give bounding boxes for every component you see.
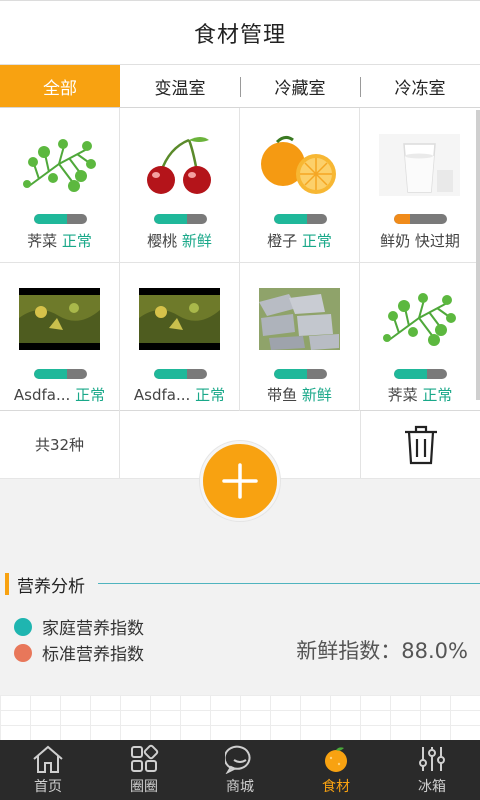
add-food-button[interactable] [200,441,280,521]
orange-fruit-icon [325,747,347,772]
scrollbar[interactable] [476,110,480,400]
tab-refrigerator[interactable]: 冷藏室 [240,65,360,107]
heading-accent [5,573,9,595]
chat-bubble-icon [225,745,251,774]
nutrition-title: 营养分析 [17,576,85,597]
food-item[interactable]: Asdfa... 正常 [120,263,240,411]
food-label: Asdfa... 正常 [120,384,239,405]
food-label: 橙子 正常 [240,230,359,251]
nav-mall[interactable]: 商城 [192,740,288,800]
freshness-bar [154,214,207,224]
food-name: Asdfa... [13,386,71,404]
herb-icon [379,288,460,350]
cherry-icon [139,134,220,196]
freshness-bar [394,214,447,224]
freshness-bar [274,369,327,379]
nav-label: 商城 [226,779,254,795]
legend-label: 标准营养指数 [42,645,144,665]
tab-freezer[interactable]: 冷冻室 [360,65,480,107]
food-status: 正常 [301,232,332,250]
food-status: 新鲜 [301,386,332,404]
nav-home[interactable]: 首页 [0,740,96,800]
food-status: 新鲜 [181,232,212,250]
chart-grid [0,695,480,740]
food-label: 樱桃 新鲜 [120,230,239,251]
legend-dot [14,617,32,636]
sliders-icon [419,747,445,771]
video-thumbnail [19,288,100,350]
food-item[interactable]: Asdfa... 正常 [0,263,120,411]
legend-standard: 标准营养指数 [14,640,144,665]
freshness-bar [154,369,207,379]
food-name: 荠菜 [387,386,418,404]
page-title: 食材管理 [193,22,286,48]
food-name: 鲜奶 [380,232,411,250]
freshness-bar [394,369,447,379]
food-management-screen: 食材管理 全部 变温室 冷藏室 冷冻室 荠菜 正常 樱桃 新鲜 橙子 正常 鲜奶… [0,0,480,800]
apps-icon [131,744,159,772]
food-item[interactable]: 带鱼 新鲜 [240,263,360,411]
food-name: 荠菜 [27,232,58,250]
food-name: Asdfa... [133,386,191,404]
food-item[interactable]: 荠菜 正常 [0,108,120,263]
home-icon [33,745,63,773]
nav-label: 圈圈 [130,779,158,795]
nav-food[interactable]: 食材 [288,740,384,800]
nav-circles[interactable]: 圈圈 [96,740,192,800]
divider [98,583,480,584]
orange-icon [259,134,340,196]
herb-icon [19,134,100,196]
app-header: 食材管理 [0,0,480,64]
nav-label: 食材 [322,779,350,795]
nav-fridge[interactable]: 冰箱 [384,740,480,800]
tab-all[interactable]: 全部 [0,65,120,107]
fish-icon [259,288,340,350]
tab-label: 全部 [43,78,77,99]
freshness-bar [34,214,87,224]
food-name: 带鱼 [267,386,298,404]
food-name: 樱桃 [147,232,178,250]
food-label: 荠菜 正常 [0,230,119,251]
food-item[interactable]: 鲜奶 快过期 [360,108,480,263]
freshness-bar [34,369,87,379]
food-item[interactable]: 橙子 正常 [240,108,360,263]
tab-label: 变温室 [154,78,206,99]
category-tabs: 全部 变温室 冷藏室 冷冻室 [0,64,480,108]
food-label: Asdfa... 正常 [0,384,119,405]
freshness-index: 新鲜指数：88.0% [296,639,468,663]
food-status: 正常 [75,386,106,404]
food-label: 荠菜 正常 [360,384,480,405]
trash-icon [404,425,437,464]
food-status: 正常 [422,386,453,404]
food-status: 正常 [195,386,226,404]
item-count: 共32种 [0,411,120,478]
freshness-bar [274,214,327,224]
food-grid: 荠菜 正常 樱桃 新鲜 橙子 正常 鲜奶 快过期 Asdfa... 正常 Asd… [0,108,480,411]
nav-label: 冰箱 [418,779,446,795]
bottom-nav: 首页 圈圈 商城 食材 冰箱 [0,740,480,800]
food-label: 带鱼 新鲜 [240,384,359,405]
plus-icon [222,463,258,499]
legend-dot [14,643,32,662]
tab-label: 冷藏室 [274,78,326,99]
nav-label: 首页 [34,779,62,795]
food-label: 鲜奶 快过期 [360,230,480,251]
legend-label: 家庭营养指数 [42,619,144,639]
legend-family: 家庭营养指数 [14,614,144,639]
food-status: 快过期 [414,232,460,250]
food-status: 正常 [61,232,92,250]
delete-button[interactable] [360,411,480,478]
food-item[interactable]: 荠菜 正常 [360,263,480,411]
milk-icon [379,134,460,196]
food-name: 橙子 [267,232,298,250]
nutrition-heading: 营养分析 [5,573,85,597]
video-thumbnail [139,288,220,350]
tab-label: 冷冻室 [394,78,446,99]
tab-variable-temp[interactable]: 变温室 [120,65,240,107]
food-item[interactable]: 樱桃 新鲜 [120,108,240,263]
